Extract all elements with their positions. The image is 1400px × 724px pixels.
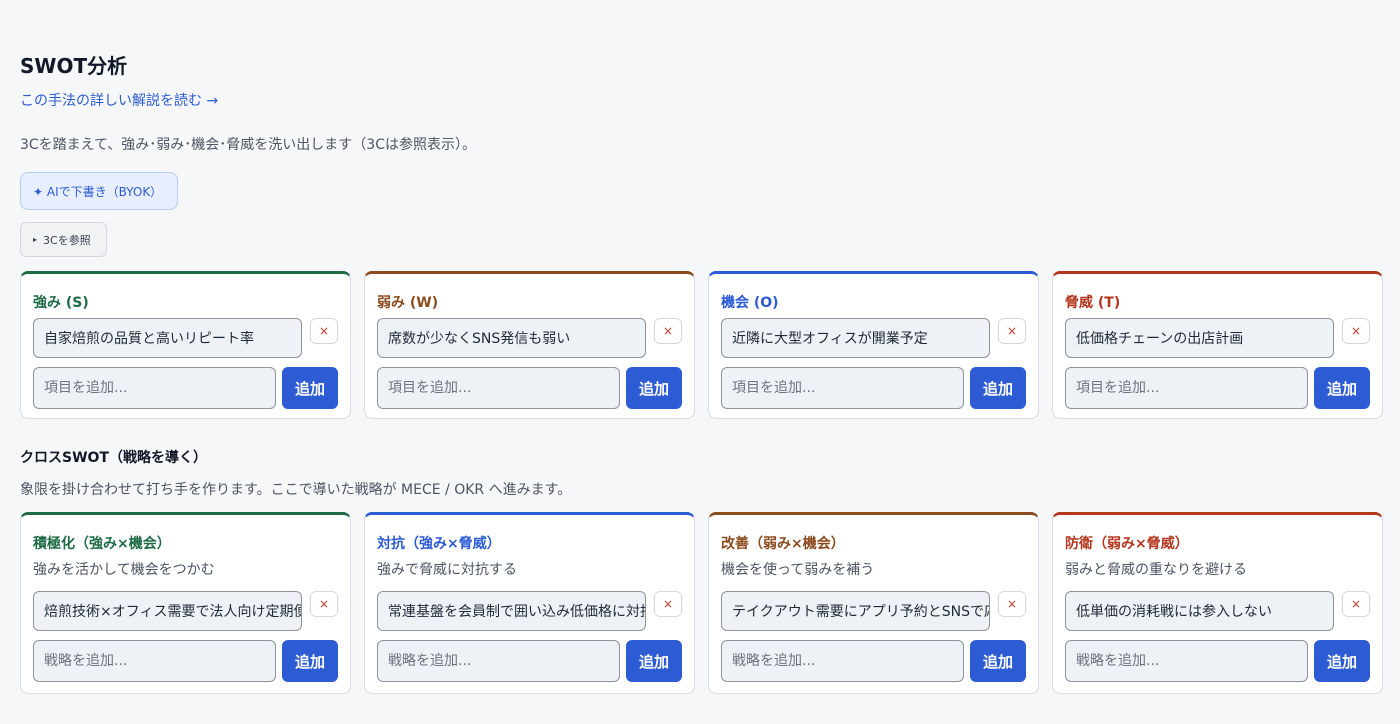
reference-3c-toggle[interactable]: ▸ 3Cを参照 — [20, 222, 107, 257]
cross-card-wo: 改善（弱み×機会） 機会を使って弱みを補う テイクアウト需要にアプリ予約とSNS… — [708, 512, 1039, 694]
cross-swot-grid: 積極化（強み×機会） 強みを活かして機会をつかむ 焙煎技術×オフィス需要で法人向… — [20, 512, 1383, 694]
swot-item[interactable]: 近隣に大型オフィスが開業予定 — [721, 318, 991, 358]
card-subtitle: 機会を使って弱みを補う — [721, 562, 875, 578]
card-title: 改善（弱み×機会） — [721, 536, 845, 552]
card-subtitle: 強みを活かして機会をつかむ — [33, 562, 215, 578]
card-title: 積極化（強み×機会） — [33, 536, 171, 552]
page-title: SWOT分析 — [20, 54, 128, 78]
add-item-input[interactable] — [721, 367, 964, 409]
strategy-item[interactable]: 焙煎技術×オフィス需要で法人向け定期便 — [33, 591, 303, 631]
delete-item-button[interactable]: × — [654, 318, 682, 344]
add-item-input[interactable] — [33, 367, 276, 409]
page-description: 3Cを踏まえて、強み･弱み･機会･脅威を洗い出します（3Cは参照表示）。 — [20, 137, 476, 153]
swot-card-opportunities: 機会 (O) 近隣に大型オフィスが開業予定 × 追加 — [708, 271, 1039, 419]
cross-swot-description: 象限を掛け合わせて打ち手を作ります。ここで導いた戦略が MECE / OKR へ… — [20, 482, 572, 498]
cross-swot-title: クロスSWOT（戦略を導く） — [20, 450, 207, 466]
guide-link[interactable]: この手法の詳しい解説を読む → — [20, 90, 218, 110]
add-strategy-button[interactable]: 追加 — [1314, 640, 1370, 682]
reference-3c-label: 3Cを参照 — [43, 233, 91, 247]
add-item-button[interactable]: 追加 — [1314, 367, 1370, 409]
add-strategy-input[interactable] — [33, 640, 276, 682]
delete-item-button[interactable]: × — [310, 318, 338, 344]
delete-strategy-button[interactable]: × — [998, 591, 1026, 617]
swot-grid: 強み (S) 自家焙煎の品質と高いリピート率 × 追加 弱み (W) 席数が少な… — [20, 271, 1383, 419]
strategy-item[interactable]: 常連基盤を会員制で囲い込み低価格に対抗 — [377, 591, 647, 631]
add-item-button[interactable]: 追加 — [626, 367, 682, 409]
delete-strategy-button[interactable]: × — [654, 591, 682, 617]
swot-card-threats: 脅威 (T) 低価格チェーンの出店計画 × 追加 — [1052, 271, 1383, 419]
add-strategy-input[interactable] — [721, 640, 964, 682]
swot-card-weaknesses: 弱み (W) 席数が少なくSNS発信も弱い × 追加 — [364, 271, 695, 419]
strategy-item[interactable]: 低単価の消耗戦には参入しない — [1065, 591, 1335, 631]
expand-triangle-icon: ▸ — [33, 235, 38, 244]
add-item-button[interactable]: 追加 — [282, 367, 338, 409]
card-subtitle: 強みで脅威に対抗する — [377, 562, 517, 578]
add-strategy-input[interactable] — [377, 640, 620, 682]
card-title: 強み (S) — [33, 295, 89, 311]
add-strategy-button[interactable]: 追加 — [626, 640, 682, 682]
delete-item-button[interactable]: × — [998, 318, 1026, 344]
cross-card-wt: 防衛（弱み×脅威） 弱みと脅威の重なりを避ける 低単価の消耗戦には参入しない ×… — [1052, 512, 1383, 694]
add-item-input[interactable] — [377, 367, 620, 409]
card-title: 脅威 (T) — [1065, 295, 1121, 311]
card-title: 防衛（弱み×脅威） — [1065, 536, 1189, 552]
swot-item[interactable]: 席数が少なくSNS発信も弱い — [377, 318, 647, 358]
card-title: 対抗（強み×脅威） — [377, 536, 501, 552]
card-title: 弱み (W) — [377, 295, 439, 311]
card-subtitle: 弱みと脅威の重なりを避ける — [1065, 562, 1247, 578]
delete-strategy-button[interactable]: × — [1342, 591, 1370, 617]
strategy-item[interactable]: テイクアウト需要にアプリ予約とSNSで応える — [721, 591, 991, 631]
add-item-input[interactable] — [1065, 367, 1308, 409]
add-strategy-button[interactable]: 追加 — [282, 640, 338, 682]
delete-strategy-button[interactable]: × — [310, 591, 338, 617]
add-item-button[interactable]: 追加 — [970, 367, 1026, 409]
cross-card-so: 積極化（強み×機会） 強みを活かして機会をつかむ 焙煎技術×オフィス需要で法人向… — [20, 512, 351, 694]
card-title: 機会 (O) — [721, 295, 779, 311]
delete-item-button[interactable]: × — [1342, 318, 1370, 344]
swot-item[interactable]: 低価格チェーンの出店計画 — [1065, 318, 1335, 358]
add-strategy-input[interactable] — [1065, 640, 1308, 682]
swot-item[interactable]: 自家焙煎の品質と高いリピート率 — [33, 318, 303, 358]
ai-draft-button[interactable]: ✦ AIで下書き（BYOK） — [20, 172, 178, 210]
swot-card-strengths: 強み (S) 自家焙煎の品質と高いリピート率 × 追加 — [20, 271, 351, 419]
add-strategy-button[interactable]: 追加 — [970, 640, 1026, 682]
cross-card-st: 対抗（強み×脅威） 強みで脅威に対抗する 常連基盤を会員制で囲い込み低価格に対抗… — [364, 512, 695, 694]
